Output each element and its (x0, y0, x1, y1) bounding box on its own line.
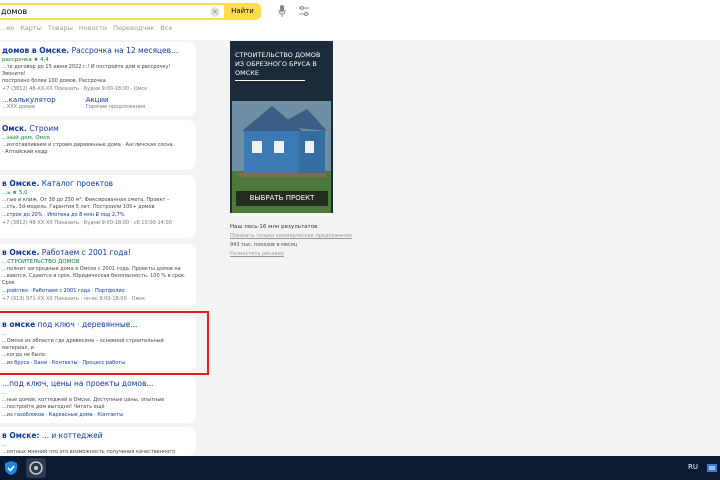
result-snippet: ...изготавливаем и строим деревянные дом… (2, 142, 175, 148)
search-result: в Омске. Работаем с 2001 года! ...СТРОИТ… (0, 244, 196, 307)
search-result: в омске под ключ · деревянные... ... ...… (0, 316, 196, 371)
find-button[interactable]: Найти (224, 3, 261, 20)
search-input[interactable]: домов × Найти (0, 3, 261, 20)
shield-icon[interactable] (4, 460, 18, 476)
taskbar: RU (0, 456, 720, 480)
result-sitelinks: ...калькулятор ...ХХХ домов Акции Горячи… (2, 96, 192, 110)
result-snippet: ...постройте дом выгодно! Читать ещё (2, 404, 105, 410)
language-indicator[interactable]: RU (688, 463, 698, 471)
result-contacts[interactable]: +7 (3812) 48-ХХ-ХХ Показать · Будни 9:00… (2, 85, 192, 93)
microphone-icon[interactable] (278, 5, 286, 17)
ad-headline: СТРОИТЕЛЬСТВО ДОМОВ ИЗ ОБРЕЗНОГО БРУСА В… (235, 51, 321, 77)
result-links[interactable]: ...из газоблоков · Каркасные дома · Конт… (2, 411, 192, 419)
result-title[interactable]: Омск. Строим (2, 124, 192, 134)
result-snippet: ...ваются. Сдаются в срок. Юридическая б… (2, 273, 186, 286)
result-url[interactable]: ... (2, 330, 192, 338)
result-snippet: ...Омске из области где древесина – осно… (2, 338, 164, 351)
ad-results-count: Наш лось-16 млн результатов (230, 224, 318, 230)
result-title[interactable]: в Омске. Работаем с 2001 года! (2, 248, 192, 258)
result-url[interactable]: ...ный дом. Омск (2, 134, 192, 142)
result-url[interactable]: ... (2, 389, 192, 397)
search-tabs: ...ео Карты Товары Новости Переводчик Вс… (0, 24, 173, 32)
ad-divider (235, 80, 305, 81)
result-title[interactable]: в омске под ключ · деревянные... (2, 320, 192, 330)
sitelink[interactable]: Акции Горячие предложения (86, 96, 146, 110)
commercial-offers-link[interactable]: Показать только коммерческие предложения (230, 232, 370, 241)
clear-icon[interactable]: × (210, 7, 220, 17)
result-title[interactable]: в Омске: ... и коттеджей (2, 431, 192, 441)
result-contacts[interactable]: +7 (913) 971-ХХ-ХХ Показать · пн-вс 9:00… (2, 295, 192, 303)
result-contacts[interactable]: +7 (3812) 48-ХХ-ХХ Показать · Будни 9:00… (2, 219, 192, 227)
result-snippet: ...когда не было. (2, 352, 47, 358)
place-ad-link[interactable]: Разместить рекламу (230, 250, 370, 259)
tray-app-icon[interactable] (706, 462, 718, 474)
result-url[interactable]: ...СТРОИТЕЛЬСТВО ДОМОВ (2, 258, 192, 266)
search-result: в Омске: ... и коттеджей ... ...оятных м… (0, 427, 196, 456)
result-links[interactable]: ...из бруса · Бани · Контакты · Процесс … (2, 359, 192, 367)
filter-settings-icon[interactable] (298, 5, 310, 17)
search-query[interactable]: домов (1, 7, 27, 16)
app-icon (29, 461, 43, 475)
tab-translator[interactable]: Переводчик (113, 24, 154, 32)
tab-video[interactable]: ...ео (0, 24, 14, 32)
result-snippet: ...полнит загородные дома в Омске с 2001… (2, 266, 181, 272)
result-url[interactable]: рассрочка ★ 4,4 (2, 56, 192, 64)
ad-info: Наш лось-16 млн результатов Показать тол… (230, 223, 370, 259)
result-snippet: ...ные домов, коттеджей в Омске. Доступн… (2, 397, 165, 403)
result-title[interactable]: в Омске. Каталог проектов (2, 179, 192, 189)
ad-cta-button[interactable]: ВЫБРАТЬ ПРОЕКТ (236, 191, 328, 206)
result-snippet: построено более 100 домов. Рассрочка (2, 78, 106, 84)
result-url[interactable]: ...ь ★ 5,0 (2, 189, 192, 197)
ad-banner[interactable]: СТРОИТЕЛЬСТВО ДОМОВ ИЗ ОБРЕЗНОГО БРУСА В… (230, 41, 333, 213)
search-result: ...под ключ, цены на проекты домов... ..… (0, 375, 196, 423)
result-title[interactable]: ...под ключ, цены на проекты домов... (2, 379, 192, 389)
result-snippet: ...те договор до 15 июня 2022 г.! И пост… (2, 64, 171, 77)
result-links[interactable]: ...строк до 20% · Ипотека до 8 млн ₽ под… (2, 211, 192, 219)
search-result: Омск. Строим ...ный дом. Омск ...изготав… (0, 120, 196, 170)
monthly-impressions: 943 тыс. показов в месяц (230, 242, 298, 248)
result-url[interactable]: ... (2, 441, 192, 449)
sitelink[interactable]: ...калькулятор ...ХХХ домов (2, 96, 56, 110)
result-snippet: ...гые и кпиж. От 38 до 250 м². Фиксиров… (2, 197, 170, 203)
result-snippet: ...сть, 3d-модель. Гарантия 5 лет. Постр… (2, 204, 155, 210)
result-snippet: ...оятных мнений что это возможность пол… (2, 449, 176, 455)
search-header: домов × Найти ...ео Карты Товары Новости… (0, 0, 720, 40)
tab-products[interactable]: Товары (48, 24, 73, 32)
taskbar-app-button[interactable] (26, 458, 46, 478)
result-links[interactable]: ...ройство · Работаем с 2001 года · Порт… (2, 287, 192, 295)
search-result: в Омске. Каталог проектов ...ь ★ 5,0 ...… (0, 175, 196, 238)
result-title[interactable]: домов в Омске. Рассрочка на 12 месяцев..… (2, 46, 192, 56)
tab-news[interactable]: Новости (79, 24, 107, 32)
tab-maps[interactable]: Карты (20, 24, 42, 32)
result-snippet: · Алтайский кедр (2, 149, 48, 155)
tab-all[interactable]: Все (160, 24, 172, 32)
search-result: домов в Омске. Рассрочка на 12 месяцев..… (0, 42, 196, 116)
